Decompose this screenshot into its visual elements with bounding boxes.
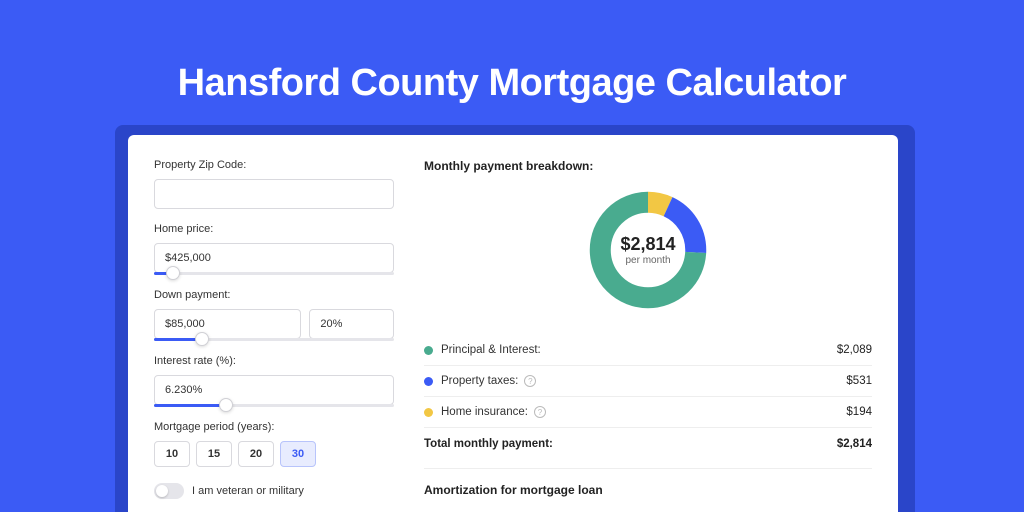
period-segment: 10152030 [154, 441, 394, 467]
period-label: Mortgage period (years): [154, 421, 394, 433]
rate-label: Interest rate (%): [154, 355, 394, 367]
down-payment-field: Down payment: [154, 289, 394, 341]
home-price-label: Home price: [154, 223, 394, 235]
slider-thumb[interactable] [166, 266, 180, 280]
toggle-knob [156, 485, 168, 497]
down-payment-pct-input[interactable] [309, 309, 394, 339]
calculator-panel: Property Zip Code: Home price: Down paym… [128, 135, 898, 512]
period-option-30[interactable]: 30 [280, 441, 316, 467]
input-column: Property Zip Code: Home price: Down paym… [154, 159, 394, 491]
veteran-row: I am veteran or military [154, 483, 394, 499]
down-payment-row [154, 309, 394, 339]
amortization-title: Amortization for mortgage loan [424, 483, 872, 497]
veteran-label: I am veteran or military [192, 485, 304, 497]
zip-input[interactable] [154, 179, 394, 209]
home-price-input[interactable] [154, 243, 394, 273]
donut-center: $2,814 per month [585, 187, 711, 313]
breakdown-column: Monthly payment breakdown: $2,814 per mo… [424, 159, 872, 491]
rate-field: Interest rate (%): [154, 355, 394, 407]
page-title: Hansford County Mortgage Calculator [0, 62, 1024, 105]
legend-value: $531 [846, 375, 872, 387]
down-payment-label: Down payment: [154, 289, 394, 301]
legend-row: Principal & Interest: $2,089 [424, 335, 872, 366]
home-price-slider[interactable] [154, 272, 394, 275]
legend-value: $194 [846, 406, 872, 418]
legend-row: Property taxes:? $531 [424, 366, 872, 397]
period-field: Mortgage period (years): 10152030 [154, 421, 394, 467]
rate-slider[interactable] [154, 404, 394, 407]
rate-input[interactable] [154, 375, 394, 405]
donut-amount: $2,814 [620, 234, 675, 255]
period-option-20[interactable]: 20 [238, 441, 274, 467]
legend-dot [424, 408, 433, 417]
donut-sub: per month [625, 255, 670, 266]
slider-thumb[interactable] [195, 332, 209, 346]
amortization-section: Amortization for mortgage loan Amortizat… [424, 468, 872, 512]
donut-chart: $2,814 per month [585, 187, 711, 313]
legend-label: Property taxes: [441, 375, 518, 387]
slider-thumb[interactable] [219, 398, 233, 412]
help-icon[interactable]: ? [534, 406, 546, 418]
total-label: Total monthly payment: [424, 438, 553, 450]
down-payment-input[interactable] [154, 309, 301, 339]
columns: Property Zip Code: Home price: Down paym… [154, 159, 872, 491]
down-payment-slider[interactable] [154, 338, 394, 341]
legend-row: Home insurance:? $194 [424, 397, 872, 428]
veteran-toggle[interactable] [154, 483, 184, 499]
period-option-15[interactable]: 15 [196, 441, 232, 467]
total-value: $2,814 [837, 438, 872, 450]
breakdown-title: Monthly payment breakdown: [424, 159, 872, 173]
slider-fill [154, 404, 226, 407]
legend-label: Principal & Interest: [441, 344, 541, 356]
zip-label: Property Zip Code: [154, 159, 394, 171]
legend-value: $2,089 [837, 344, 872, 356]
legend-dot [424, 377, 433, 386]
page-background: Hansford County Mortgage Calculator Prop… [0, 0, 1024, 512]
zip-field: Property Zip Code: [154, 159, 394, 209]
donut-wrap: $2,814 per month [424, 187, 872, 313]
legend: Principal & Interest: $2,089 Property taxe… [424, 335, 872, 428]
period-option-10[interactable]: 10 [154, 441, 190, 467]
legend-label: Home insurance: [441, 406, 528, 418]
legend-dot [424, 346, 433, 355]
home-price-field: Home price: [154, 223, 394, 275]
legend-total-row: Total monthly payment: $2,814 [424, 428, 872, 464]
help-icon[interactable]: ? [524, 375, 536, 387]
